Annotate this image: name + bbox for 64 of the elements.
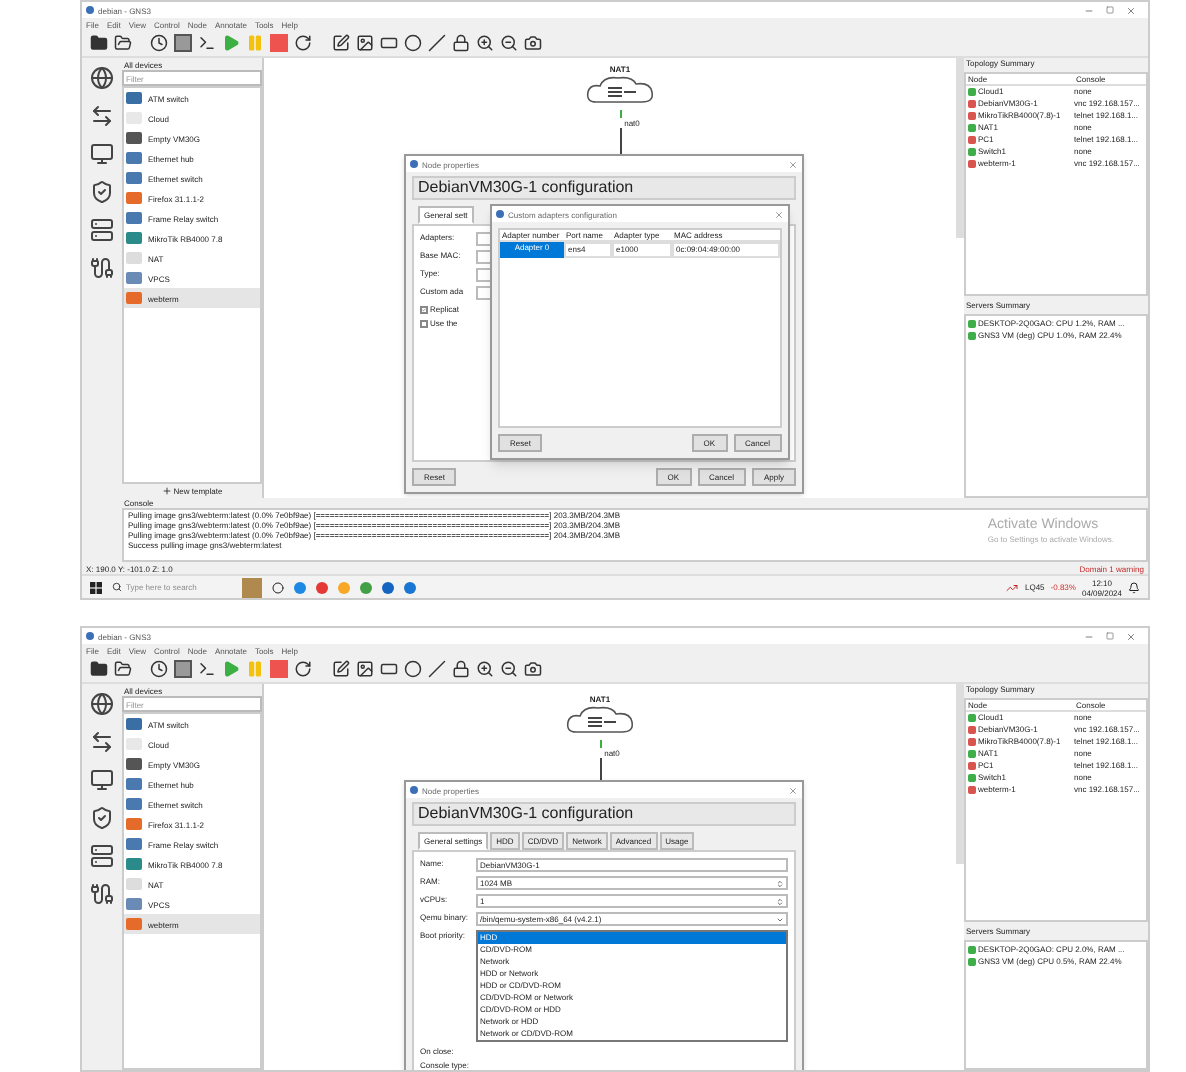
- image-icon[interactable]: [356, 34, 374, 52]
- app-icon: [86, 632, 94, 640]
- lock-icon[interactable]: [452, 660, 470, 678]
- reload-icon[interactable]: [294, 34, 312, 52]
- camera-icon[interactable]: [524, 660, 542, 678]
- note-icon[interactable]: [332, 660, 350, 678]
- dialog-heading: DebianVM30G-1 configuration: [412, 176, 796, 200]
- checkbox[interactable]: [420, 305, 428, 313]
- rectangle-icon[interactable]: [380, 660, 398, 678]
- zoom-in-icon[interactable]: [476, 34, 494, 52]
- router-icon[interactable]: [90, 66, 114, 90]
- plus-icon: [161, 486, 172, 496]
- cable-icon[interactable]: [90, 882, 114, 906]
- ellipse-icon[interactable]: [404, 34, 422, 52]
- reload-icon[interactable]: [294, 660, 312, 678]
- app-icon: [410, 160, 418, 168]
- start-icon[interactable]: [222, 660, 240, 678]
- grid-icon[interactable]: [174, 660, 192, 678]
- monitor-icon[interactable]: [90, 142, 114, 166]
- app-icon: [496, 210, 504, 218]
- note-icon[interactable]: [332, 34, 350, 52]
- lock-icon[interactable]: [452, 34, 470, 52]
- shield-icon[interactable]: [90, 806, 114, 830]
- dialog-heading: DebianVM30G-1 configuration: [412, 802, 796, 826]
- start-icon[interactable]: [222, 34, 240, 52]
- spin-icon: [776, 879, 784, 887]
- app-icon: [86, 6, 94, 14]
- image-icon[interactable]: [356, 660, 374, 678]
- stock-icon: [1006, 581, 1019, 593]
- monitor-icon[interactable]: [90, 768, 114, 792]
- scrollbar[interactable]: [956, 58, 964, 238]
- switch-icon[interactable]: [90, 104, 114, 128]
- router-icon[interactable]: [90, 692, 114, 716]
- clock-icon[interactable]: [150, 34, 168, 52]
- grid-icon[interactable]: [174, 34, 192, 52]
- zoom-in-icon[interactable]: [476, 660, 494, 678]
- open-folder-icon[interactable]: [114, 34, 132, 52]
- switch-icon[interactable]: [90, 730, 114, 754]
- console-icon[interactable]: [198, 34, 216, 52]
- app-icon: [410, 786, 418, 794]
- photo-placeholder: [242, 577, 262, 597]
- line-icon[interactable]: [428, 660, 446, 678]
- open-folder-icon[interactable]: [114, 660, 132, 678]
- zoom-out-icon[interactable]: [500, 660, 518, 678]
- shield-icon[interactable]: [90, 180, 114, 204]
- clock-icon[interactable]: [150, 660, 168, 678]
- ellipse-icon[interactable]: [404, 660, 422, 678]
- devices-icon[interactable]: [90, 218, 114, 242]
- line-icon[interactable]: [428, 34, 446, 52]
- cable-icon[interactable]: [90, 256, 114, 280]
- notification-icon[interactable]: [1128, 581, 1140, 593]
- windows-icon[interactable]: [90, 581, 102, 593]
- zoom-out-icon[interactable]: [500, 34, 518, 52]
- checkbox[interactable]: [420, 319, 428, 327]
- task-view-icon[interactable]: [272, 581, 284, 593]
- camera-icon[interactable]: [524, 34, 542, 52]
- scrollbar[interactable]: [956, 684, 964, 864]
- rectangle-icon[interactable]: [380, 34, 398, 52]
- new-project-icon[interactable]: [90, 34, 108, 52]
- spin-icon: [776, 897, 784, 905]
- console-icon[interactable]: [198, 660, 216, 678]
- search-icon: [112, 582, 122, 592]
- devices-icon[interactable]: [90, 844, 114, 868]
- new-project-icon[interactable]: [90, 660, 108, 678]
